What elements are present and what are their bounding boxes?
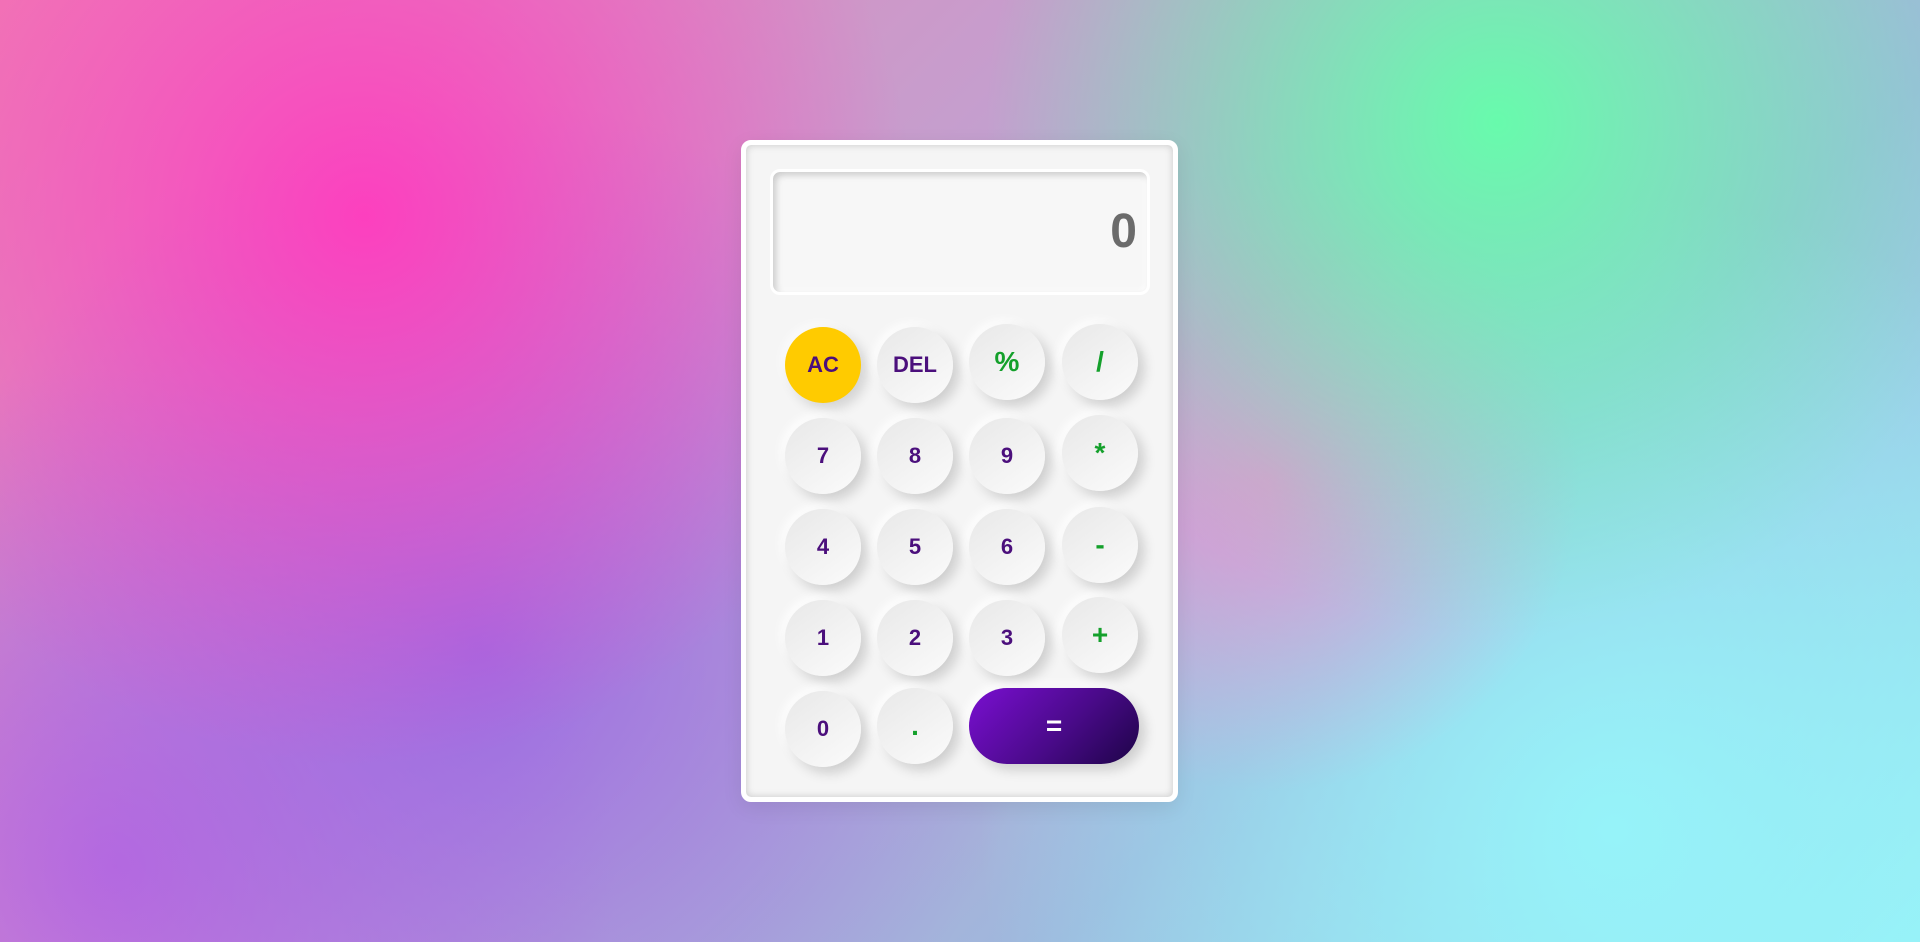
calculator: 0 AC DEL % / 7 8 9 * 4 5 6 - 1 2 3 + 0 .… — [741, 140, 1178, 802]
digit-2-button[interactable]: 2 — [877, 600, 953, 676]
subtract-button[interactable]: - — [1062, 507, 1138, 583]
display-value: 0 — [1110, 205, 1137, 258]
add-button[interactable]: + — [1062, 597, 1138, 673]
equals-button[interactable]: = — [969, 688, 1139, 764]
digit-9-button[interactable]: 9 — [969, 418, 1045, 494]
multiply-button[interactable]: * — [1062, 415, 1138, 491]
percent-button[interactable]: % — [969, 324, 1045, 400]
digit-6-button[interactable]: 6 — [969, 509, 1045, 585]
digit-3-button[interactable]: 3 — [969, 600, 1045, 676]
digit-8-button[interactable]: 8 — [877, 418, 953, 494]
digit-7-button[interactable]: 7 — [785, 418, 861, 494]
digit-5-button[interactable]: 5 — [877, 509, 953, 585]
digit-1-button[interactable]: 1 — [785, 600, 861, 676]
all-clear-button[interactable]: AC — [785, 327, 861, 403]
delete-button[interactable]: DEL — [877, 327, 953, 403]
decimal-point-button[interactable]: . — [877, 688, 953, 764]
digit-0-button[interactable]: 0 — [785, 691, 861, 767]
display-screen: 0 — [770, 169, 1150, 295]
divide-button[interactable]: / — [1062, 324, 1138, 400]
digit-4-button[interactable]: 4 — [785, 509, 861, 585]
